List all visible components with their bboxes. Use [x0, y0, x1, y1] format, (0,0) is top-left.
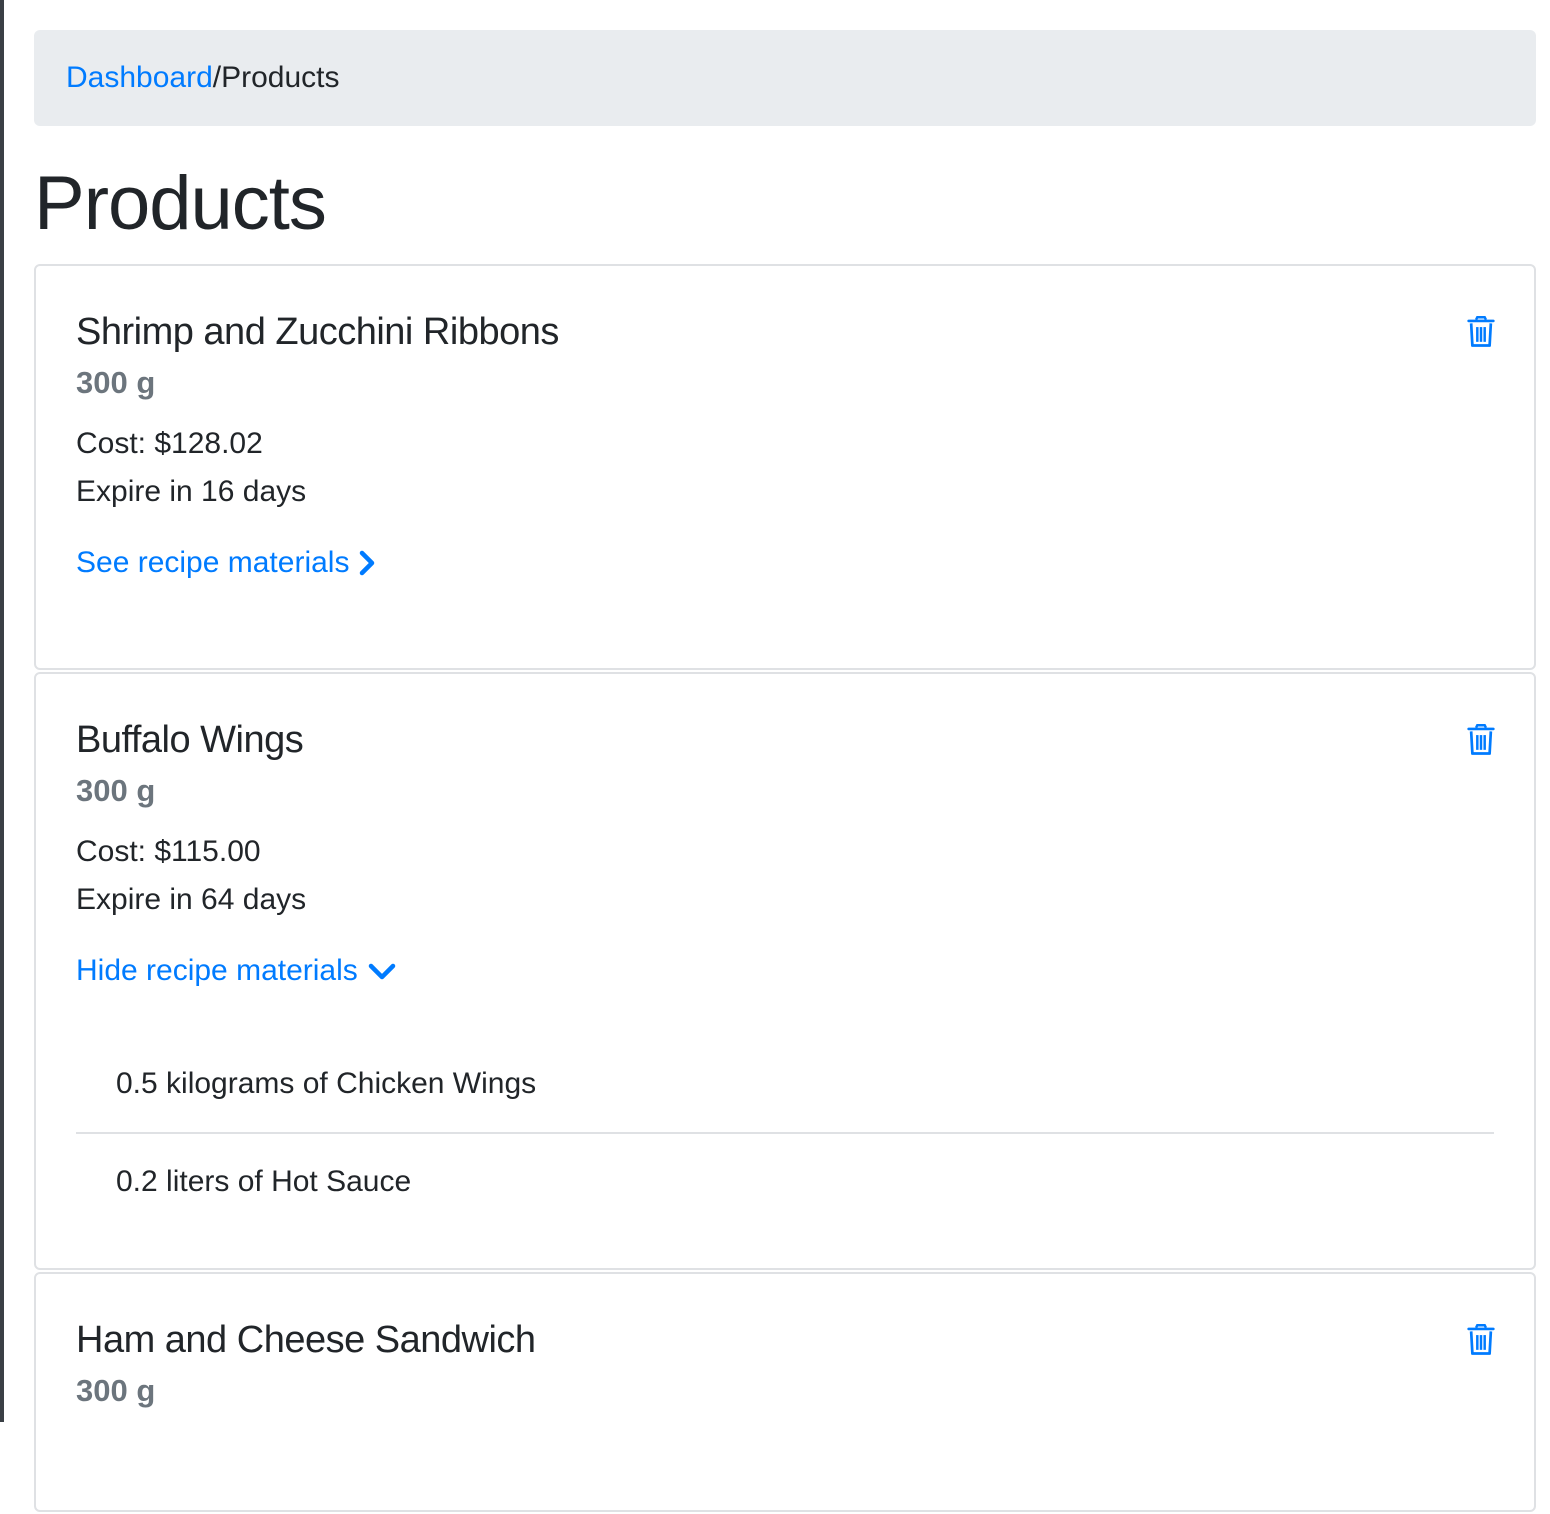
chevron-down-icon: [368, 963, 396, 980]
trash-icon[interactable]: [1466, 1324, 1496, 1356]
product-card: Shrimp and Zucchini Ribbons 300 g Cost: …: [34, 264, 1536, 670]
product-card: Ham and Cheese Sandwich 300 g: [34, 1272, 1536, 1512]
main-container: Dashboard / Products Products Shrimp and Z…: [34, 30, 1536, 1514]
product-details: Cost: $128.02 Expire in 16 days: [76, 420, 1494, 516]
product-weight: 300 g: [76, 365, 156, 400]
product-name: Shrimp and Zucchini Ribbons: [76, 311, 559, 353]
recipe-materials-list: 0.5 kilograms of Chicken Wings 0.2 liter…: [76, 1036, 1494, 1230]
product-weight: 300 g: [76, 773, 156, 808]
trash-icon[interactable]: [1466, 724, 1496, 756]
breadcrumb-dashboard-link[interactable]: Dashboard: [66, 61, 213, 95]
toggle-label: Hide recipe materials: [76, 954, 358, 987]
product-expire: Expire in 16 days: [76, 475, 307, 508]
page-title: Products: [34, 161, 327, 246]
product-name: Ham and Cheese Sandwich: [76, 1319, 536, 1361]
list-item: 0.2 liters of Hot Sauce: [76, 1132, 1494, 1230]
product-expire: Expire in 64 days: [76, 883, 307, 916]
product-name: Buffalo Wings: [76, 719, 304, 761]
product-card: Buffalo Wings 300 g Cost: $115.00 Expire…: [34, 672, 1536, 1270]
product-weight: 300 g: [76, 1373, 156, 1408]
see-recipe-materials-link[interactable]: See recipe materials: [76, 546, 377, 580]
product-details: Cost: $115.00 Expire in 64 days: [76, 828, 1494, 924]
trash-icon[interactable]: [1466, 316, 1496, 348]
toggle-label: See recipe materials: [76, 546, 350, 579]
chevron-right-icon: [360, 550, 375, 576]
breadcrumb-current: Products: [221, 61, 340, 94]
list-item: 0.5 kilograms of Chicken Wings: [116, 1067, 537, 1100]
window-edge: [0, 0, 4, 1422]
breadcrumb-separator: /: [212, 61, 222, 94]
hide-recipe-materials-link[interactable]: Hide recipe materials: [76, 954, 398, 988]
product-cost: Cost: $128.02: [76, 427, 263, 460]
product-cost: Cost: $115.00: [76, 835, 261, 868]
breadcrumb: Dashboard / Products: [34, 30, 1536, 126]
